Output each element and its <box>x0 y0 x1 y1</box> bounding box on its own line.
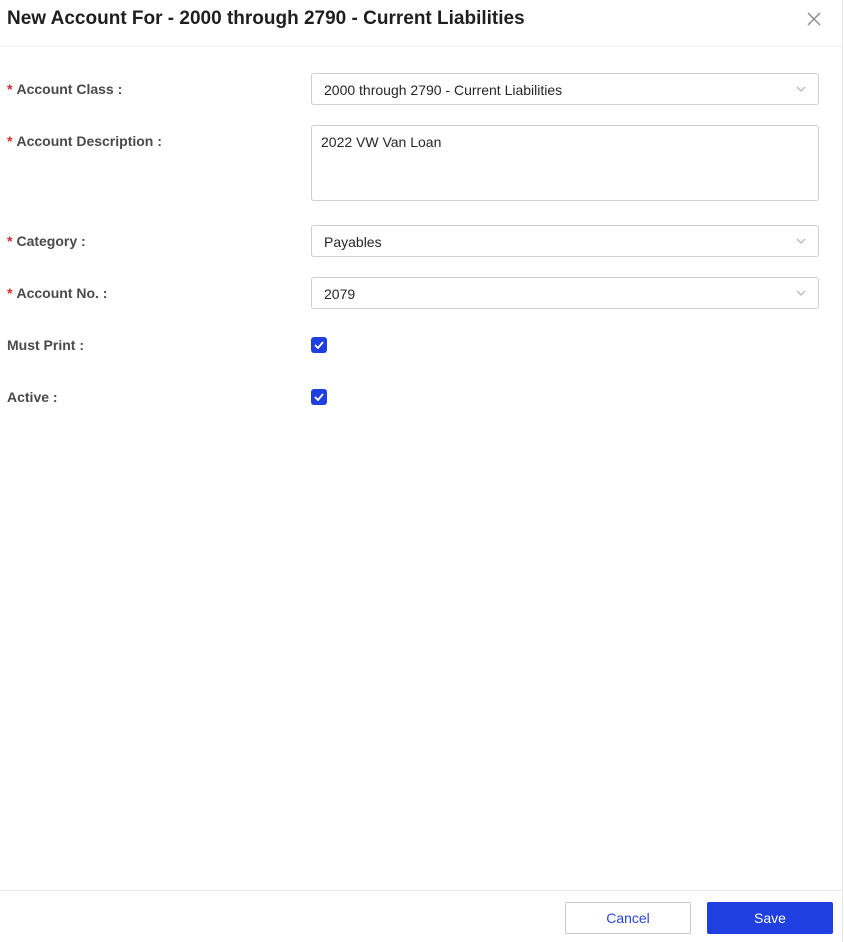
active-label: Active : <box>7 389 58 405</box>
account-class-label-text: Account Class : <box>16 81 123 97</box>
dialog-footer: Cancel Save <box>0 890 843 942</box>
must-print-checkbox[interactable] <box>311 337 327 353</box>
account-description-label-text: Account Description : <box>16 133 162 149</box>
required-mark: * <box>7 133 13 149</box>
account-description-label: * Account Description : <box>7 133 162 149</box>
chevron-down-icon <box>796 290 806 296</box>
cancel-button[interactable]: Cancel <box>565 902 691 934</box>
account-class-label: * Account Class : <box>7 81 122 97</box>
required-mark: * <box>7 285 13 301</box>
chevron-down-icon <box>796 238 806 244</box>
category-select[interactable]: Payables <box>311 225 819 257</box>
dialog-title: New Account For - 2000 through 2790 - Cu… <box>7 8 525 29</box>
required-mark: * <box>7 233 13 249</box>
save-button[interactable]: Save <box>707 902 833 934</box>
check-icon <box>314 393 324 401</box>
close-button[interactable] <box>805 10 823 28</box>
account-no-select[interactable]: 2079 <box>311 277 819 309</box>
category-value: Payables <box>324 234 382 250</box>
dialog-header: New Account For - 2000 through 2790 - Cu… <box>0 0 843 47</box>
account-description-textarea[interactable]: 2022 VW Van Loan <box>311 125 819 201</box>
chevron-down-icon <box>796 86 806 92</box>
close-icon <box>807 12 821 26</box>
new-account-dialog: New Account For - 2000 through 2790 - Cu… <box>0 0 843 942</box>
category-label-text: Category : <box>16 233 86 249</box>
account-no-label: * Account No. : <box>7 285 107 301</box>
check-icon <box>314 341 324 349</box>
account-class-value: 2000 through 2790 - Current Liabilities <box>324 82 563 98</box>
active-checkbox[interactable] <box>311 389 327 405</box>
required-mark: * <box>7 81 13 97</box>
must-print-label: Must Print : <box>7 337 84 353</box>
account-no-label-text: Account No. : <box>16 285 108 301</box>
account-class-select[interactable]: 2000 through 2790 - Current Liabilities <box>311 73 819 105</box>
category-label: * Category : <box>7 233 86 249</box>
account-no-value: 2079 <box>324 286 356 302</box>
